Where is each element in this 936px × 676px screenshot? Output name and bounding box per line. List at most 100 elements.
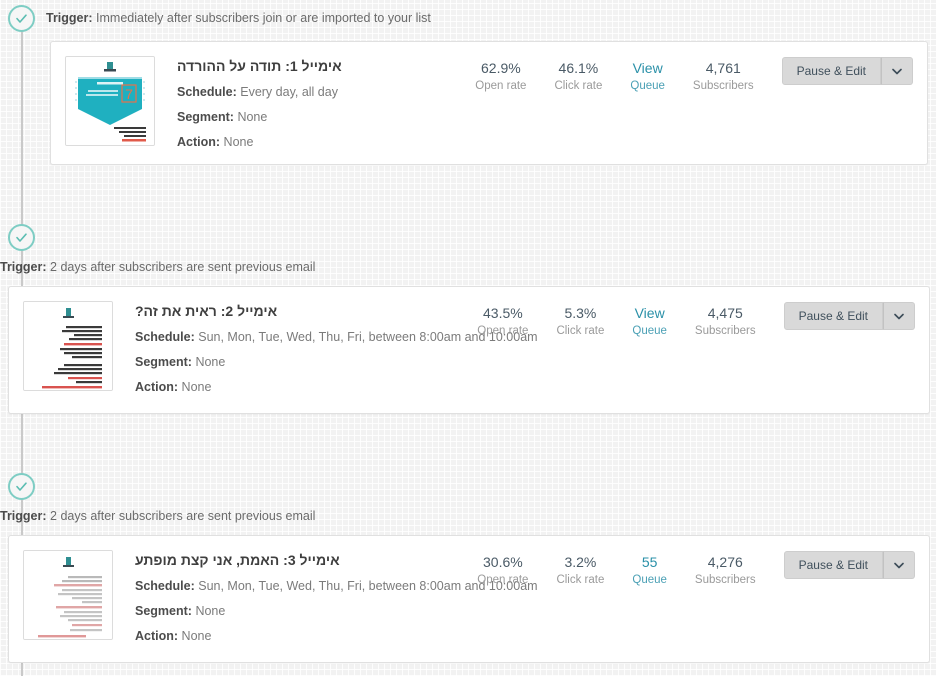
email-action-1: Action: None xyxy=(177,135,461,150)
email-card-1[interactable]: 7 אימייל 1: תודה על ההורדה Schedule: Eve… xyxy=(50,41,928,165)
queue-caption[interactable]: Queue xyxy=(632,324,667,338)
click-rate-caption: Click rate xyxy=(554,80,603,92)
stat-queue-2[interactable]: View Queue xyxy=(618,304,681,338)
segment-value: None xyxy=(195,604,226,618)
automation-workflow: Trigger: Immediately after subscribers j… xyxy=(0,0,936,676)
svg-text:7: 7 xyxy=(125,86,133,102)
email-segment-2: Segment: None xyxy=(135,355,463,370)
email-thumbnail-1[interactable]: 7 xyxy=(65,56,155,146)
stat-subscribers-3: 4,276 Subscribers xyxy=(681,553,770,587)
stat-click-rate-3: 3.2% Click rate xyxy=(542,553,618,587)
queue-caption[interactable]: Queue xyxy=(632,573,667,587)
email-schedule-2: Schedule: Sun, Mon, Tue, Wed, Thu, Fri, … xyxy=(135,330,538,345)
subscribers-caption: Subscribers xyxy=(694,574,756,586)
trigger-description: 2 days after subscribers are sent previo… xyxy=(50,509,316,523)
email-schedule-1: Schedule: Every day, all day xyxy=(177,85,461,100)
pause-edit-button-1[interactable]: Pause & Edit xyxy=(781,57,881,85)
trigger-row-3: Trigger: 2 days after subscribers are se… xyxy=(0,473,936,523)
trigger-row-1: Trigger: Immediately after subscribers j… xyxy=(0,5,936,32)
email-card-3[interactable]: אימייל 3: האמת, אני קצת מופתע Schedule: … xyxy=(8,535,930,663)
schedule-label: Schedule: xyxy=(135,579,195,593)
stat-queue-1[interactable]: View Queue xyxy=(616,59,679,93)
card-actions-2: Pause & Edit xyxy=(783,302,915,330)
click-rate-caption: Click rate xyxy=(556,574,605,586)
open-rate-value: 30.6% xyxy=(483,554,523,570)
subscribers-caption: Subscribers xyxy=(692,80,754,92)
click-rate-value: 5.3% xyxy=(564,305,597,321)
email-action-2: Action: None xyxy=(135,380,463,395)
stat-click-rate-2: 5.3% Click rate xyxy=(542,304,618,338)
trigger-label: Trigger: xyxy=(0,509,47,523)
email-thumbnail-2[interactable] xyxy=(23,301,113,391)
email-action-3: Action: None xyxy=(135,629,463,644)
trigger-description: 2 days after subscribers are sent previo… xyxy=(50,260,316,274)
segment-value: None xyxy=(237,110,268,124)
click-rate-value: 46.1% xyxy=(558,60,599,76)
email-title-1: אימייל 1: תודה על ההורדה xyxy=(177,58,342,74)
email-segment-3: Segment: None xyxy=(135,604,463,619)
click-rate-caption: Click rate xyxy=(556,325,605,337)
email-segment-1: Segment: None xyxy=(177,110,461,125)
email-thumbnail-3[interactable] xyxy=(23,550,113,640)
chevron-down-icon[interactable] xyxy=(883,551,915,579)
trigger-label: Trigger: xyxy=(0,260,47,274)
email-info-3: אימייל 3: האמת, אני קצת מופתע Schedule: … xyxy=(113,550,538,644)
open-rate-caption: Open rate xyxy=(475,80,527,92)
schedule-label: Schedule: xyxy=(177,85,237,99)
email-title-3: אימייל 3: האמת, אני קצת מופתע xyxy=(135,552,340,568)
chevron-down-icon[interactable] xyxy=(883,302,915,330)
pause-edit-button-2[interactable]: Pause & Edit xyxy=(783,302,883,330)
queue-value[interactable]: View xyxy=(632,304,667,322)
action-label: Action: xyxy=(135,629,179,643)
card-actions-3: Pause & Edit xyxy=(783,551,915,579)
queue-value[interactable]: View xyxy=(630,59,665,77)
stat-subscribers-2: 4,475 Subscribers xyxy=(681,304,770,338)
subscribers-caption: Subscribers xyxy=(694,325,756,337)
action-value: None xyxy=(181,380,212,394)
subscribers-value: 4,475 xyxy=(707,305,743,321)
action-label: Action: xyxy=(177,135,221,149)
chevron-down-icon[interactable] xyxy=(881,57,913,85)
segment-label: Segment: xyxy=(135,355,192,369)
trigger-text-3: Trigger: 2 days after subscribers are se… xyxy=(0,508,315,524)
segment-value: None xyxy=(195,355,226,369)
check-circle-icon xyxy=(8,224,35,251)
action-value: None xyxy=(223,135,254,149)
email-card-2[interactable]: אימייל 2: ראית את זה? Schedule: Sun, Mon… xyxy=(8,286,930,414)
subscribers-value: 4,761 xyxy=(705,60,741,76)
pause-edit-button-3[interactable]: Pause & Edit xyxy=(783,551,883,579)
open-rate-caption: Open rate xyxy=(477,574,529,586)
schedule-value: Every day, all day xyxy=(240,85,338,99)
email-stats-1: 62.9% Open rate 46.1% Click rate View Qu… xyxy=(461,56,767,93)
open-rate-caption: Open rate xyxy=(477,325,529,337)
trigger-description: Immediately after subscribers join or ar… xyxy=(96,11,431,25)
stat-queue-3[interactable]: 55 Queue xyxy=(618,553,681,587)
queue-value[interactable]: 55 xyxy=(632,553,667,571)
stat-open-rate-2: 43.5% Open rate xyxy=(463,304,542,338)
card-actions-1: Pause & Edit xyxy=(781,57,913,85)
trigger-row-2: Trigger: 2 days after subscribers are se… xyxy=(0,224,936,274)
action-label: Action: xyxy=(135,380,179,394)
action-value: None xyxy=(181,629,212,643)
check-circle-icon xyxy=(8,473,35,500)
email-info-2: אימייל 2: ראית את זה? Schedule: Sun, Mon… xyxy=(113,301,538,395)
schedule-label: Schedule: xyxy=(135,330,195,344)
segment-label: Segment: xyxy=(135,604,192,618)
stat-open-rate-3: 30.6% Open rate xyxy=(463,553,542,587)
stat-click-rate-1: 46.1% Click rate xyxy=(540,59,616,93)
check-circle-icon xyxy=(8,5,35,32)
open-rate-value: 62.9% xyxy=(481,60,521,76)
email-title-2: אימייל 2: ראית את זה? xyxy=(135,303,278,319)
trigger-text-1: Trigger: Immediately after subscribers j… xyxy=(46,10,431,26)
segment-label: Segment: xyxy=(177,110,234,124)
trigger-label: Trigger: xyxy=(46,11,93,25)
email-schedule-3: Schedule: Sun, Mon, Tue, Wed, Thu, Fri, … xyxy=(135,579,538,594)
email-stats-2: 43.5% Open rate 5.3% Click rate View Que… xyxy=(463,301,769,338)
subscribers-value: 4,276 xyxy=(707,554,743,570)
queue-caption[interactable]: Queue xyxy=(630,79,665,93)
email-info-1: אימייל 1: תודה על ההורדה Schedule: Every… xyxy=(155,56,461,150)
email-stats-3: 30.6% Open rate 3.2% Click rate 55 Queue… xyxy=(463,550,769,587)
click-rate-value: 3.2% xyxy=(564,554,597,570)
stat-subscribers-1: 4,761 Subscribers xyxy=(679,59,768,93)
stat-open-rate-1: 62.9% Open rate xyxy=(461,59,540,93)
